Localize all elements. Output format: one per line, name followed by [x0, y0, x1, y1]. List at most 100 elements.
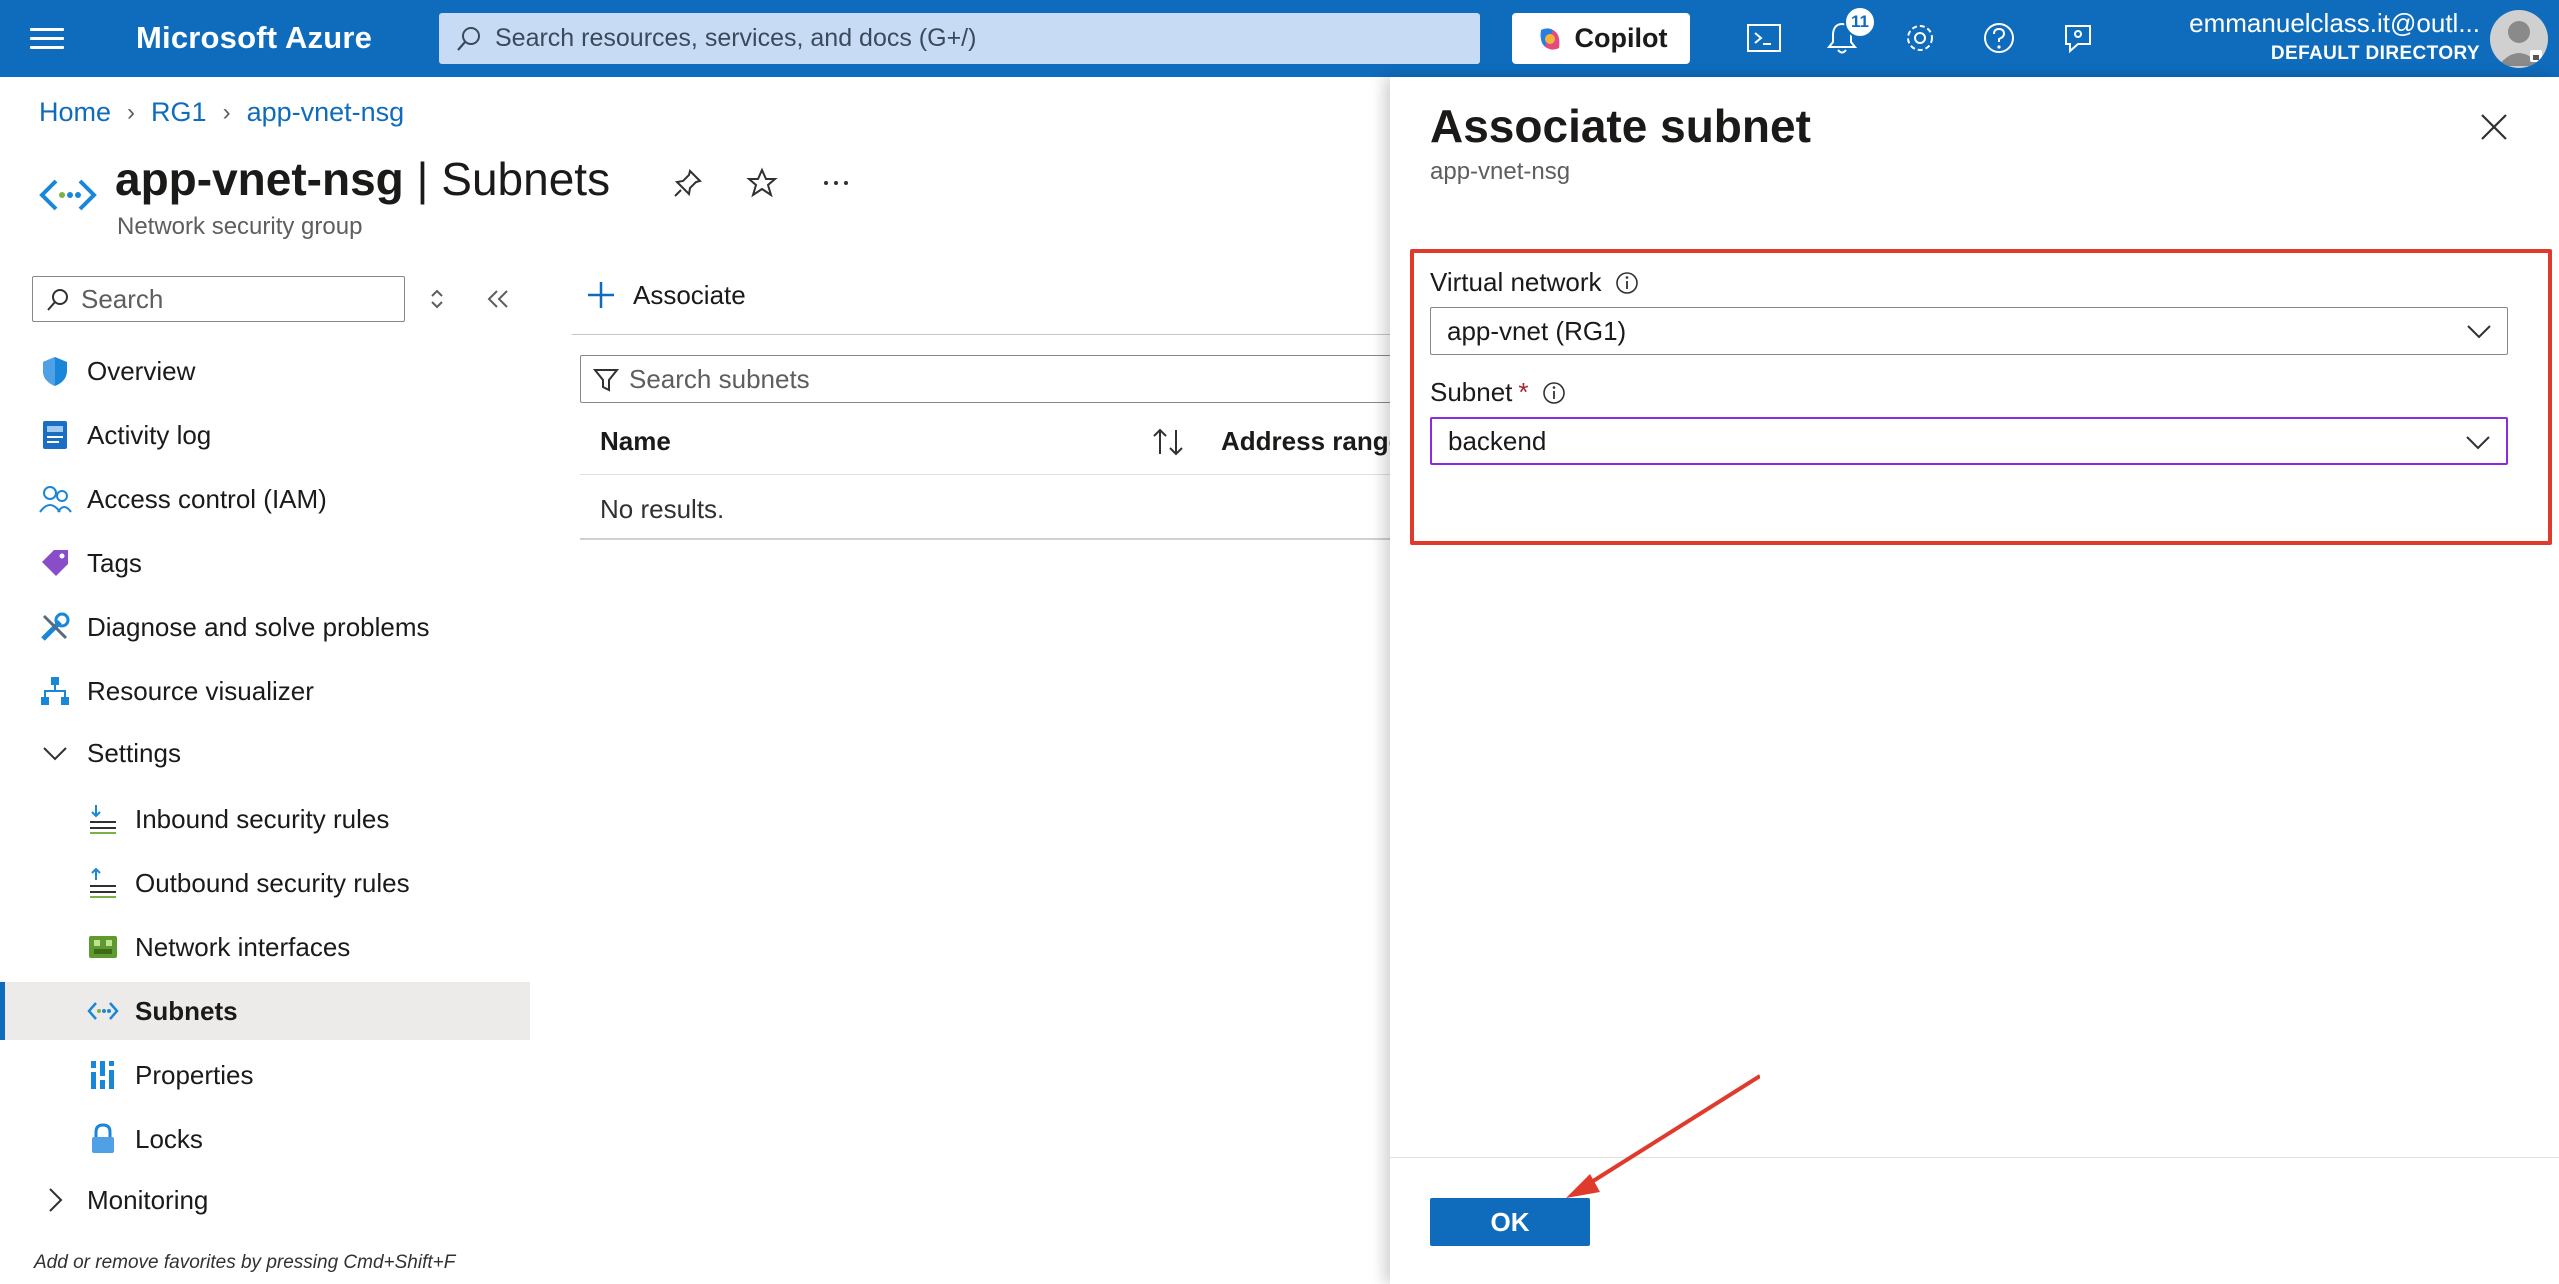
account-email: emmanuelclass.it@outl...	[2189, 8, 2480, 38]
cloud-shell-icon[interactable]	[1744, 18, 1784, 58]
menu-search-input[interactable]: Search	[32, 276, 405, 322]
sidebar-item-activity-log[interactable]: Activity log	[0, 406, 530, 464]
column-header-address-range[interactable]: Address range	[1221, 426, 1403, 457]
virtual-network-value: app-vnet (RG1)	[1447, 315, 1627, 346]
table-header-divider	[580, 474, 1400, 475]
network-interface-icon	[89, 936, 117, 958]
sidebar-item-iam[interactable]: Access control (IAM)	[0, 470, 530, 528]
close-icon[interactable]	[2476, 109, 2512, 145]
account-directory: DEFAULT DIRECTORY	[2270, 43, 2480, 64]
sidebar-item-inbound-rules[interactable]: Inbound security rules	[0, 790, 530, 848]
breadcrumb-rg1[interactable]: RG1	[151, 97, 207, 128]
info-icon[interactable]	[1541, 380, 1567, 406]
ok-button[interactable]: OK	[1430, 1198, 1590, 1246]
copilot-label: Copilot	[1574, 23, 1668, 53]
global-search-placeholder: Search resources, services, and docs (G+…	[495, 24, 977, 52]
sidebar-group-settings[interactable]: Settings	[0, 724, 530, 782]
portal-menu-button[interactable]	[30, 22, 64, 56]
page-section: | Subnets	[403, 153, 611, 205]
inbound-rules-icon	[90, 805, 116, 834]
info-icon[interactable]	[1614, 270, 1640, 296]
breadcrumb-resource[interactable]: app-vnet-nsg	[247, 97, 405, 128]
panel-subtitle: app-vnet-nsg	[1430, 158, 1571, 185]
subnet-search-placeholder: Search subnets	[629, 363, 810, 394]
sidebar-item-label: Properties	[135, 1059, 254, 1090]
expand-collapse-icon[interactable]	[424, 286, 450, 312]
hierarchy-icon	[41, 677, 69, 705]
sidebar-item-resource-visualizer[interactable]: Resource visualizer	[0, 662, 530, 720]
sidebar-group-monitoring[interactable]: Monitoring	[0, 1171, 530, 1229]
global-search-input[interactable]: Search resources, services, and docs (G+…	[439, 13, 1480, 64]
command-bar-divider	[572, 334, 1392, 335]
help-icon[interactable]	[1979, 18, 2019, 58]
notifications-icon[interactable]: 11	[1822, 6, 1876, 58]
resource-name: app-vnet-nsg	[115, 153, 404, 205]
associate-label: Associate	[633, 279, 746, 310]
copilot-button[interactable]: Copilot	[1512, 13, 1690, 64]
sidebar-item-tags[interactable]: Tags	[0, 534, 530, 592]
shield-icon	[43, 357, 67, 386]
annotation-arrow-icon	[1566, 1074, 1760, 1198]
people-icon	[39, 486, 72, 513]
sort-icon[interactable]	[1150, 426, 1186, 458]
brand-title[interactable]: Microsoft Azure	[136, 20, 372, 56]
sidebar-item-outbound-rules[interactable]: Outbound security rules	[0, 854, 530, 912]
sidebar-item-label: Inbound security rules	[135, 803, 390, 834]
collapse-menu-icon[interactable]	[483, 284, 515, 314]
menu-search-placeholder: Search	[81, 283, 164, 314]
breadcrumb-separator-icon: ›	[127, 98, 136, 126]
associate-button[interactable]: Associate	[585, 279, 746, 311]
virtual-network-dropdown[interactable]: app-vnet (RG1)	[1430, 307, 2508, 355]
sidebar-item-label: Diagnose and solve problems	[87, 611, 430, 642]
properties-icon	[91, 1061, 114, 1089]
sidebar-item-locks[interactable]: Locks	[0, 1110, 530, 1168]
avatar[interactable]	[2490, 10, 2548, 68]
sidebar-item-label: Subnets	[135, 995, 238, 1026]
table-bottom-divider	[580, 538, 1400, 540]
page-title: app-vnet-nsg | Subnets	[115, 152, 610, 206]
sidebar-item-network-interfaces[interactable]: Network interfaces	[0, 918, 530, 976]
chevron-down-icon	[43, 747, 67, 761]
sidebar-item-label: Overview	[87, 355, 196, 386]
column-header-name[interactable]: Name	[600, 426, 671, 457]
search-icon	[457, 27, 480, 51]
sidebar-item-subnets[interactable]: Subnets	[0, 982, 530, 1040]
copilot-icon	[1540, 27, 1559, 50]
search-icon	[47, 289, 68, 311]
more-options-icon[interactable]	[816, 163, 856, 203]
subnet-icon	[87, 1002, 119, 1020]
virtual-network-label-text: Virtual network	[1430, 267, 1602, 297]
virtual-network-label: Virtual network	[1430, 267, 1640, 298]
activity-log-icon	[43, 421, 67, 449]
nsg-resource-icon	[39, 179, 97, 211]
sidebar-item-label: Activity log	[87, 419, 212, 450]
lock-icon	[92, 1123, 114, 1153]
notification-count-badge: 11	[1844, 6, 1876, 38]
subnet-search-input[interactable]: Search subnets	[580, 355, 1400, 403]
filter-icon	[592, 369, 620, 392]
subnet-dropdown[interactable]: backend	[1430, 417, 2508, 465]
resource-type: Network security group	[117, 213, 363, 240]
panel-title: Associate subnet	[1430, 100, 1811, 152]
breadcrumb-home[interactable]: Home	[39, 97, 111, 128]
account-menu[interactable]: emmanuelclass.it@outl... DEFAULT DIRECTO…	[2125, 8, 2480, 65]
sidebar-item-label: Access control (IAM)	[87, 483, 327, 514]
sidebar-item-diagnose[interactable]: Diagnose and solve problems	[0, 598, 530, 656]
breadcrumb: Home › RG1 › app-vnet-nsg	[39, 97, 404, 128]
outbound-rules-icon	[90, 867, 116, 898]
sidebar-item-label: Locks	[135, 1123, 203, 1154]
sidebar-item-properties[interactable]: Properties	[0, 1046, 530, 1104]
sidebar-item-label: Tags	[87, 547, 142, 578]
settings-icon[interactable]	[1900, 18, 1940, 58]
sidebar-item-label: Resource visualizer	[87, 675, 314, 706]
favorite-star-icon[interactable]	[742, 163, 782, 203]
pin-icon[interactable]	[668, 163, 708, 203]
plus-icon	[588, 282, 614, 308]
wrench-icon	[41, 612, 70, 641]
feedback-icon[interactable]	[2058, 18, 2098, 58]
sidebar-item-label: Outbound security rules	[135, 867, 410, 898]
sidebar-item-overview[interactable]: Overview	[0, 342, 530, 400]
subnet-label: Subnet *	[1430, 377, 1567, 408]
empty-table-message: No results.	[600, 494, 725, 524]
subnet-label-text: Subnet	[1430, 377, 1513, 407]
